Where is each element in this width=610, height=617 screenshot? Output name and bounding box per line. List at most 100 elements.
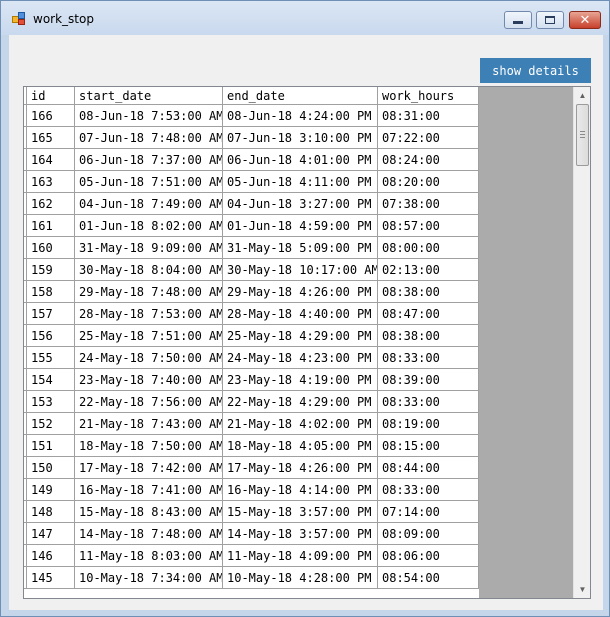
cell-start-date[interactable]: 11-May-18 8:03:00 AM — [75, 545, 223, 567]
table-row[interactable]: 160 31-May-18 9:09:00 AM 31-May-18 5:09:00… — [24, 237, 479, 259]
cell-id[interactable]: 152 — [27, 413, 75, 435]
table-row[interactable]: 165 07-Jun-18 7:48:00 AM 07-Jun-18 3:10:00… — [24, 127, 479, 149]
cell-start-date[interactable]: 07-Jun-18 7:48:00 AM — [75, 127, 223, 149]
table-row[interactable]: 155 24-May-18 7:50:00 AM 24-May-18 4:23:00… — [24, 347, 479, 369]
table-row[interactable]: 151 18-May-18 7:50:00 AM 18-May-18 4:05:00… — [24, 435, 479, 457]
table-row[interactable]: 161 01-Jun-18 8:02:00 AM 01-Jun-18 4:59:00… — [24, 215, 479, 237]
cell-id[interactable]: 157 — [27, 303, 75, 325]
column-header-start-date[interactable]: start_date — [75, 87, 223, 105]
cell-work-hours[interactable]: 08:20:00 — [378, 171, 479, 193]
cell-id[interactable]: 160 — [27, 237, 75, 259]
cell-id[interactable]: 163 — [27, 171, 75, 193]
cell-end-date[interactable]: 17-May-18 4:26:00 PM — [223, 457, 378, 479]
cell-work-hours[interactable]: 08:54:00 — [378, 567, 479, 589]
cell-work-hours[interactable]: 08:15:00 — [378, 435, 479, 457]
cell-work-hours[interactable]: 08:57:00 — [378, 215, 479, 237]
cell-end-date[interactable]: 15-May-18 3:57:00 PM — [223, 501, 378, 523]
cell-id[interactable]: 145 — [27, 567, 75, 589]
cell-work-hours[interactable]: 08:33:00 — [378, 391, 479, 413]
cell-work-hours[interactable]: 08:24:00 — [378, 149, 479, 171]
cell-id[interactable]: 147 — [27, 523, 75, 545]
cell-start-date[interactable]: 30-May-18 8:04:00 AM — [75, 259, 223, 281]
cell-work-hours[interactable]: 08:06:00 — [378, 545, 479, 567]
cell-start-date[interactable]: 17-May-18 7:42:00 AM — [75, 457, 223, 479]
table-row[interactable]: 162 04-Jun-18 7:49:00 AM 04-Jun-18 3:27:00… — [24, 193, 479, 215]
cell-end-date[interactable]: 07-Jun-18 3:10:00 PM — [223, 127, 378, 149]
column-header-work-hours[interactable]: work_hours — [378, 87, 479, 105]
table-row[interactable]: 145 10-May-18 7:34:00 AM 10-May-18 4:28:00… — [24, 567, 479, 589]
cell-id[interactable]: 156 — [27, 325, 75, 347]
minimize-button[interactable] — [504, 11, 532, 29]
cell-id[interactable]: 166 — [27, 105, 75, 127]
cell-end-date[interactable]: 21-May-18 4:02:00 PM — [223, 413, 378, 435]
cell-end-date[interactable]: 24-May-18 4:23:00 PM — [223, 347, 378, 369]
cell-id[interactable]: 162 — [27, 193, 75, 215]
table-row[interactable]: 148 15-May-18 8:43:00 AM 15-May-18 3:57:00… — [24, 501, 479, 523]
cell-start-date[interactable]: 04-Jun-18 7:49:00 AM — [75, 193, 223, 215]
cell-work-hours[interactable]: 08:33:00 — [378, 347, 479, 369]
cell-id[interactable]: 158 — [27, 281, 75, 303]
cell-start-date[interactable]: 22-May-18 7:56:00 AM — [75, 391, 223, 413]
cell-id[interactable]: 150 — [27, 457, 75, 479]
cell-id[interactable]: 148 — [27, 501, 75, 523]
cell-start-date[interactable]: 15-May-18 8:43:00 AM — [75, 501, 223, 523]
show-details-button[interactable]: show details — [480, 58, 591, 83]
cell-start-date[interactable]: 29-May-18 7:48:00 AM — [75, 281, 223, 303]
cell-work-hours[interactable]: 07:22:00 — [378, 127, 479, 149]
table-row[interactable]: 150 17-May-18 7:42:00 AM 17-May-18 4:26:00… — [24, 457, 479, 479]
cell-start-date[interactable]: 05-Jun-18 7:51:00 AM — [75, 171, 223, 193]
data-grid[interactable]: id start_date end_date work_hours 166 08-… — [23, 86, 591, 599]
cell-start-date[interactable]: 28-May-18 7:53:00 AM — [75, 303, 223, 325]
column-header-end-date[interactable]: end_date — [223, 87, 378, 105]
cell-end-date[interactable]: 08-Jun-18 4:24:00 PM — [223, 105, 378, 127]
cell-id[interactable]: 149 — [27, 479, 75, 501]
cell-id[interactable]: 154 — [27, 369, 75, 391]
cell-end-date[interactable]: 29-May-18 4:26:00 PM — [223, 281, 378, 303]
cell-end-date[interactable]: 22-May-18 4:29:00 PM — [223, 391, 378, 413]
cell-work-hours[interactable]: 08:39:00 — [378, 369, 479, 391]
cell-start-date[interactable]: 08-Jun-18 7:53:00 AM — [75, 105, 223, 127]
cell-id[interactable]: 161 — [27, 215, 75, 237]
cell-work-hours[interactable]: 08:47:00 — [378, 303, 479, 325]
scroll-up-arrow-icon[interactable]: ▲ — [574, 87, 590, 104]
maximize-button[interactable] — [536, 11, 564, 29]
cell-id[interactable]: 155 — [27, 347, 75, 369]
title-bar[interactable]: work_stop ✕ — [1, 1, 609, 35]
cell-id[interactable]: 146 — [27, 545, 75, 567]
cell-start-date[interactable]: 24-May-18 7:50:00 AM — [75, 347, 223, 369]
cell-id[interactable]: 153 — [27, 391, 75, 413]
table-row[interactable]: 147 14-May-18 7:48:00 AM 14-May-18 3:57:00… — [24, 523, 479, 545]
table-row[interactable]: 153 22-May-18 7:56:00 AM 22-May-18 4:29:00… — [24, 391, 479, 413]
cell-end-date[interactable]: 30-May-18 10:17:00 AM — [223, 259, 378, 281]
cell-work-hours[interactable]: 08:33:00 — [378, 479, 479, 501]
cell-start-date[interactable]: 16-May-18 7:41:00 AM — [75, 479, 223, 501]
cell-end-date[interactable]: 06-Jun-18 4:01:00 PM — [223, 149, 378, 171]
cell-start-date[interactable]: 14-May-18 7:48:00 AM — [75, 523, 223, 545]
scrollbar-thumb[interactable] — [576, 104, 589, 166]
cell-work-hours[interactable]: 08:19:00 — [378, 413, 479, 435]
table-row[interactable]: 154 23-May-18 7:40:00 AM 23-May-18 4:19:00… — [24, 369, 479, 391]
cell-end-date[interactable]: 23-May-18 4:19:00 PM — [223, 369, 378, 391]
table-row[interactable]: 164 06-Jun-18 7:37:00 AM 06-Jun-18 4:01:00… — [24, 149, 479, 171]
cell-end-date[interactable]: 04-Jun-18 3:27:00 PM — [223, 193, 378, 215]
cell-start-date[interactable]: 06-Jun-18 7:37:00 AM — [75, 149, 223, 171]
table-row[interactable]: 163 05-Jun-18 7:51:00 AM 05-Jun-18 4:11:00… — [24, 171, 479, 193]
cell-id[interactable]: 165 — [27, 127, 75, 149]
cell-end-date[interactable]: 28-May-18 4:40:00 PM — [223, 303, 378, 325]
close-button[interactable]: ✕ — [569, 11, 601, 29]
cell-end-date[interactable]: 10-May-18 4:28:00 PM — [223, 567, 378, 589]
cell-end-date[interactable]: 14-May-18 3:57:00 PM — [223, 523, 378, 545]
cell-work-hours[interactable]: 08:38:00 — [378, 281, 479, 303]
column-header-id[interactable]: id — [27, 87, 75, 105]
cell-end-date[interactable]: 01-Jun-18 4:59:00 PM — [223, 215, 378, 237]
cell-end-date[interactable]: 31-May-18 5:09:00 PM — [223, 237, 378, 259]
cell-end-date[interactable]: 18-May-18 4:05:00 PM — [223, 435, 378, 457]
cell-start-date[interactable]: 25-May-18 7:51:00 AM — [75, 325, 223, 347]
cell-work-hours[interactable]: 08:09:00 — [378, 523, 479, 545]
cell-work-hours[interactable]: 08:44:00 — [378, 457, 479, 479]
cell-work-hours[interactable]: 08:31:00 — [378, 105, 479, 127]
cell-work-hours[interactable]: 07:38:00 — [378, 193, 479, 215]
table-row[interactable]: 146 11-May-18 8:03:00 AM 11-May-18 4:09:00… — [24, 545, 479, 567]
cell-id[interactable]: 151 — [27, 435, 75, 457]
cell-work-hours[interactable]: 08:38:00 — [378, 325, 479, 347]
